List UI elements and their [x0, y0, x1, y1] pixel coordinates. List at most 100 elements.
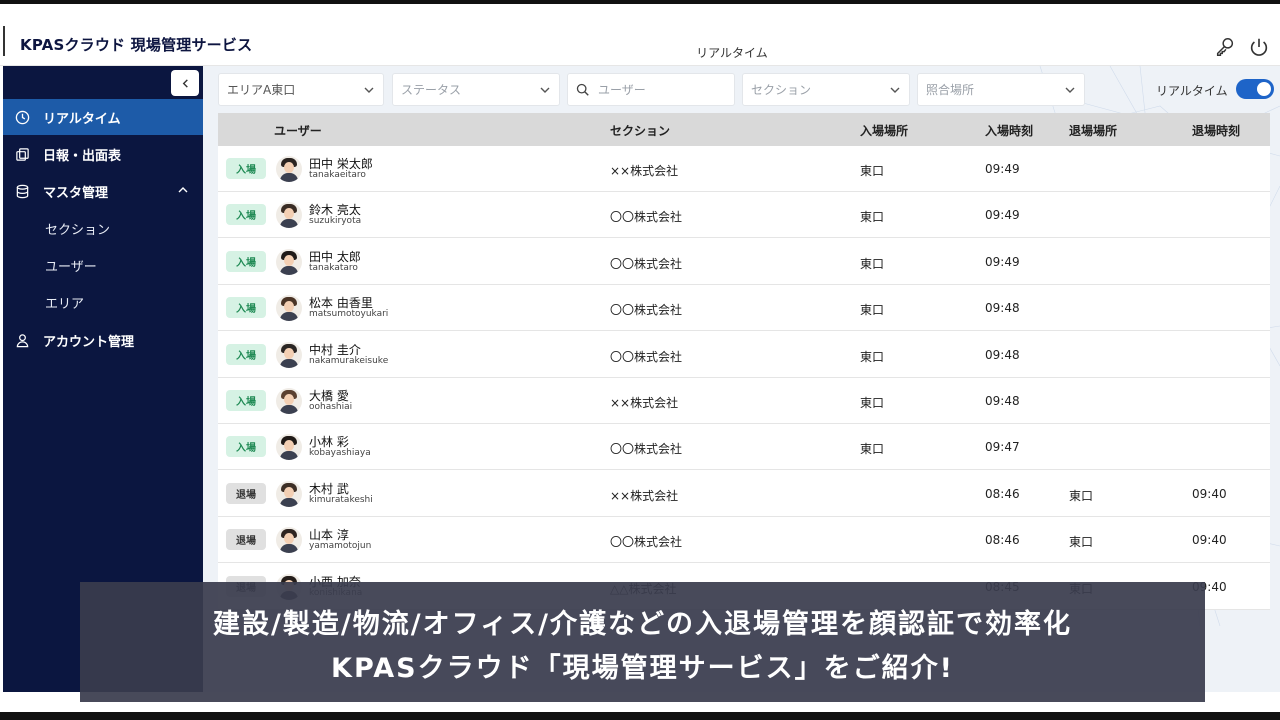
- entry-place-cell: 東口: [860, 303, 885, 318]
- caption-line-2: KPASクラウド「現場管理サービス」をご紹介!: [331, 653, 954, 684]
- status-badge: 入場: [226, 158, 266, 179]
- status-badge: 入場: [226, 204, 266, 226]
- clock-icon: [13, 108, 31, 126]
- sidebar-item-label: アカウント管理: [43, 334, 135, 350]
- chevron-left-icon: [182, 78, 188, 88]
- area-select-value: エリアA東口: [227, 83, 296, 97]
- section-cell: 〇〇株式会社: [610, 349, 683, 364]
- avatar: [276, 527, 302, 554]
- entry-time-cell: 09:49: [985, 208, 1020, 223]
- status-badge: 入場: [226, 250, 266, 272]
- sidebar-subitem-user[interactable]: ユーザー: [3, 247, 203, 283]
- user-search-placeholder: ユーザー: [598, 83, 646, 97]
- sidebar-subitem-area[interactable]: エリア: [3, 284, 203, 320]
- avatar: [276, 480, 302, 507]
- person-icon: [13, 331, 31, 349]
- section-cell: ××株式会社: [610, 488, 679, 503]
- status-select[interactable]: ステータス: [392, 73, 560, 106]
- realtime-toggle-label: リアルタイム: [1156, 84, 1228, 98]
- realtime-toggle[interactable]: [1236, 79, 1274, 99]
- entry-time-cell: 08:46: [985, 486, 1020, 501]
- column-header-exit-time[interactable]: 退場時刻: [1192, 122, 1240, 139]
- chevron-up-icon: [178, 187, 188, 193]
- sidebar-item-label: マスタ管理: [43, 185, 109, 201]
- promo-caption: 建設/製造/物流/オフィス/介護などの入退場管理を顔認証で効率化 KPASクラウ…: [80, 582, 1205, 702]
- sidebar-item-label: 日報・出面表: [43, 148, 122, 164]
- sidebar-subitem-section[interactable]: セクション: [3, 210, 203, 246]
- table-row[interactable]: 入場 田中 栄太郎 tanakaeitaro ××株式会社 東口 09:49: [218, 146, 1270, 192]
- table-row[interactable]: 退場 山本 淳 yamamotojun 〇〇株式会社 08:46 東口 09:40: [218, 517, 1270, 564]
- sidebar-subitem-label: セクション: [45, 222, 111, 238]
- chevron-down-icon: [1065, 87, 1075, 93]
- table-row[interactable]: 退場 木村 武 kimuratakeshi ××株式会社 08:46 東口 09:40: [218, 471, 1270, 517]
- status-badge: 退場: [226, 529, 266, 551]
- search-icon: [576, 83, 589, 96]
- section-select-placeholder: セクション: [751, 83, 812, 97]
- avatar: [276, 202, 302, 229]
- sidebar-item-realtime[interactable]: リアルタイム: [3, 99, 203, 135]
- page-title: リアルタイム: [696, 46, 768, 60]
- avatar: [276, 248, 302, 275]
- table-row[interactable]: 入場 大橋 愛 oohashiai ××株式会社 東口 09:48: [218, 378, 1270, 424]
- sidebar-item-label: リアルタイム: [43, 111, 121, 127]
- table-row[interactable]: 入場 鈴木 亮太 suzukiryota 〇〇株式会社 東口 09:49: [218, 192, 1270, 239]
- entry-time-cell: 09:48: [985, 347, 1020, 362]
- user-login: kimuratakeshi: [309, 494, 373, 505]
- app-header: KPASクラウド 現場管理サービス リアルタイム: [0, 4, 1280, 66]
- status-badge: 退場: [226, 482, 266, 504]
- table-row[interactable]: 入場 田中 太郎 tanakataro 〇〇株式会社 東口 09:49: [218, 239, 1270, 285]
- status-badge: 入場: [226, 436, 266, 458]
- chevron-down-icon: [364, 87, 374, 93]
- avatar: [276, 156, 302, 182]
- sidebar-subitem-label: エリア: [45, 296, 85, 312]
- sidebar-item-master[interactable]: マスタ管理: [3, 173, 203, 209]
- avatar: [276, 341, 302, 368]
- user-search-input[interactable]: ユーザー: [567, 73, 735, 106]
- entry-time-cell: 09:47: [985, 440, 1020, 455]
- copy-icon: [13, 145, 31, 163]
- area-select[interactable]: エリアA東口: [218, 73, 384, 106]
- entry-time-cell: 08:46: [985, 533, 1020, 548]
- section-select[interactable]: セクション: [742, 73, 910, 106]
- key-icon[interactable]: [1214, 36, 1236, 58]
- user-login: kobayashiaya: [309, 448, 371, 459]
- table-row[interactable]: 入場 小林 彩 kobayashiaya 〇〇株式会社 東口 09:47: [218, 424, 1270, 471]
- user-login: yamamotojun: [309, 541, 372, 552]
- avatar: [276, 434, 302, 461]
- section-cell: 〇〇株式会社: [610, 535, 683, 550]
- table-row[interactable]: 入場 中村 圭介 nakamurakeisuke 〇〇株式会社 東口 09:48: [218, 332, 1270, 378]
- section-cell: ××株式会社: [610, 396, 679, 410]
- entry-time-cell: 09:48: [985, 301, 1020, 316]
- entry-place-cell: 東口: [860, 396, 885, 410]
- column-header-entry-time[interactable]: 入場時刻: [985, 122, 1033, 139]
- section-cell: 〇〇株式会社: [610, 442, 683, 457]
- table-row[interactable]: 入場 松本 由香里 matsumotoyukari 〇〇株式会社 東口 09:48: [218, 285, 1270, 332]
- location-select[interactable]: 照合場所: [917, 73, 1085, 106]
- column-header-exit-place[interactable]: 退場場所: [1069, 122, 1117, 139]
- column-header-section[interactable]: セクション: [610, 122, 670, 139]
- user-login: oohashiai: [309, 402, 353, 412]
- user-login: matsumotoyukari: [309, 309, 389, 320]
- entry-place-cell: 東口: [860, 442, 885, 457]
- exit-time-cell: 09:40: [1192, 533, 1227, 548]
- status-badge: 入場: [226, 390, 266, 411]
- user-login: tanakataro: [309, 262, 358, 273]
- exit-place-cell: 東口: [1069, 535, 1094, 550]
- entry-time-cell: 09:49: [985, 162, 1020, 176]
- entry-place-cell: 東口: [860, 210, 885, 225]
- sidebar-item-account[interactable]: アカウント管理: [3, 322, 203, 358]
- sidebar-item-daily-report[interactable]: 日報・出面表: [3, 136, 203, 172]
- avatar: [276, 388, 302, 414]
- bottom-frame-strip: [0, 712, 1280, 720]
- sidebar-collapse-button[interactable]: [171, 70, 199, 96]
- exit-place-cell: 東口: [1069, 488, 1094, 503]
- user-login: tanakaeitaro: [309, 170, 366, 180]
- column-header-entry-place[interactable]: 入場場所: [860, 122, 908, 139]
- power-icon[interactable]: [1248, 36, 1270, 58]
- chevron-down-icon: [540, 87, 550, 93]
- status-select-placeholder: ステータス: [401, 83, 462, 97]
- user-login: nakamurakeisuke: [309, 355, 389, 366]
- section-cell: 〇〇株式会社: [610, 303, 683, 318]
- attendance-table: ユーザー セクション 入場場所 入場時刻 退場場所 退場時刻 入場 田中 栄太郎 t…: [218, 113, 1270, 610]
- column-header-user[interactable]: ユーザー: [274, 122, 322, 139]
